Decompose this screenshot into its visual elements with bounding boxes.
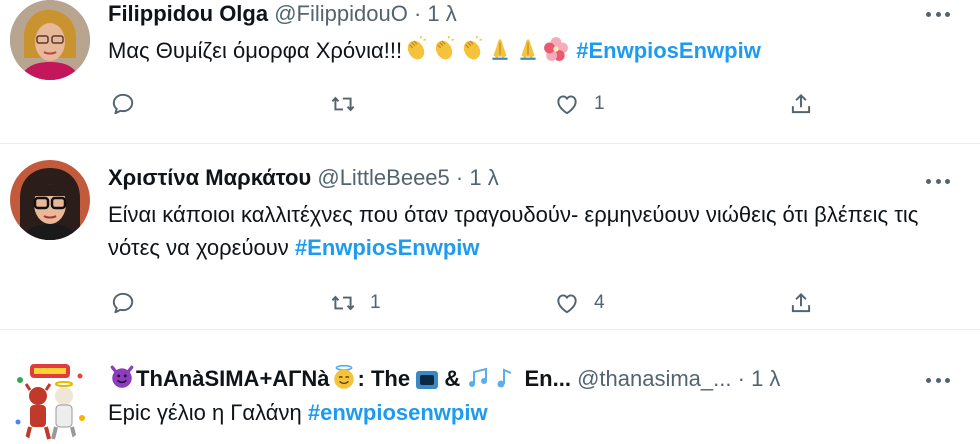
user-handle[interactable]: @LittleBeee5	[317, 165, 449, 190]
more-options-icon[interactable]	[926, 10, 950, 18]
retweet-icon	[330, 91, 356, 117]
tweet-actions: 1	[108, 89, 980, 119]
retweet-count: 1	[370, 292, 381, 313]
avatar[interactable]	[8, 360, 92, 444]
reply-icon	[110, 91, 136, 117]
like-count: 4	[594, 292, 605, 313]
reply-button[interactable]	[110, 89, 150, 119]
clapping-hands-emoji-icon	[403, 36, 429, 62]
hashtag-link[interactable]: #EnwpiosEnwpiw	[576, 38, 761, 63]
tweet-actions: 1 4	[108, 288, 980, 318]
tweet-text: Είναι κάποιοι καλλιτέχνες που όταν τραγο…	[108, 198, 940, 264]
tweet-text-content: Είναι κάποιοι καλλιτέχνες που όταν τραγο…	[108, 202, 919, 260]
tweet-text-content: Epic γέλιο η Γαλάνη	[108, 400, 302, 425]
hashtag-link[interactable]: #enwpiosenwpiw	[308, 400, 488, 425]
retweet-button[interactable]: 1	[330, 288, 381, 318]
musical-note-emoji-icon	[493, 366, 517, 390]
like-count: 1	[594, 93, 605, 114]
timestamp[interactable]: 1 λ	[751, 366, 780, 391]
share-icon	[788, 91, 814, 117]
share-button[interactable]	[788, 89, 814, 119]
share-button[interactable]	[788, 288, 814, 318]
user-handle[interactable]: @FilippidouO	[274, 1, 408, 26]
retweet-button[interactable]	[330, 89, 370, 119]
like-button[interactable]: 4	[554, 288, 605, 318]
like-icon	[554, 91, 580, 117]
tweet[interactable]: Filippidou Olga @FilippidouO · 1 λ Μας Θ…	[0, 0, 980, 144]
smiling-devil-emoji-icon	[109, 364, 135, 390]
clapping-hands-emoji-icon	[431, 36, 457, 62]
tweet-header: Filippidou Olga @FilippidouO · 1 λ	[108, 0, 920, 28]
timestamp[interactable]: 1 λ	[427, 1, 456, 26]
tweet[interactable]: ThAnàSIMA+ΑΓΝà : The & En... @thanasima_.…	[0, 330, 980, 444]
share-icon	[788, 290, 814, 316]
tweet[interactable]: Χριστίνα Μαρκάτου @LittleBeee5 · 1 λ Είν…	[0, 144, 980, 330]
folded-hands-emoji-icon	[515, 36, 541, 62]
separator-dot: ·	[737, 366, 745, 391]
display-name[interactable]: ThAnàSIMA+ΑΓΝà : The & En...	[108, 366, 577, 391]
tweet-header: Χριστίνα Μαρκάτου @LittleBeee5 · 1 λ	[108, 164, 920, 192]
separator-dot: ·	[413, 1, 422, 26]
television-emoji-icon	[416, 371, 439, 389]
tweet-text: Μας Θυμίζει όμορφα Χρόνια!!! #EnwpiosEnw…	[108, 34, 940, 67]
musical-notes-emoji-icon	[467, 366, 491, 390]
display-name-part: En...	[524, 366, 571, 391]
folded-hands-emoji-icon	[487, 36, 513, 62]
avatar[interactable]	[10, 160, 90, 240]
hibiscus-emoji-icon	[543, 36, 569, 62]
more-options-icon[interactable]	[926, 177, 950, 185]
avatar[interactable]	[10, 0, 90, 80]
reply-button[interactable]	[110, 288, 150, 318]
display-name[interactable]: Χριστίνα Μαρκάτου	[108, 165, 311, 190]
tweet-text-content: Μας Θυμίζει όμορφα Χρόνια!!!	[108, 38, 403, 63]
hashtag-link[interactable]: #EnwpiosEnwpiw	[295, 235, 480, 260]
more-options-icon[interactable]	[926, 376, 950, 384]
retweet-icon	[330, 290, 356, 316]
user-handle[interactable]: @thanasima_...	[577, 366, 731, 391]
display-name-part: ThAnàSIMA+ΑΓΝà	[136, 366, 330, 391]
tweet-header: ThAnàSIMA+ΑΓΝà : The & En... @thanasima_.…	[108, 364, 920, 393]
like-icon	[554, 290, 580, 316]
smiling-halo-emoji-icon	[331, 364, 357, 390]
clapping-hands-emoji-icon	[459, 36, 485, 62]
like-button[interactable]: 1	[554, 89, 605, 119]
tweet-text: Epic γέλιο η Γαλάνη #enwpiosenwpiw	[108, 396, 940, 429]
display-name-part: &	[444, 366, 461, 391]
reply-icon	[110, 290, 136, 316]
display-name-part: : The	[357, 366, 411, 391]
timestamp[interactable]: 1 λ	[469, 165, 498, 190]
separator-dot: ·	[455, 165, 464, 190]
display-name[interactable]: Filippidou Olga	[108, 1, 268, 26]
